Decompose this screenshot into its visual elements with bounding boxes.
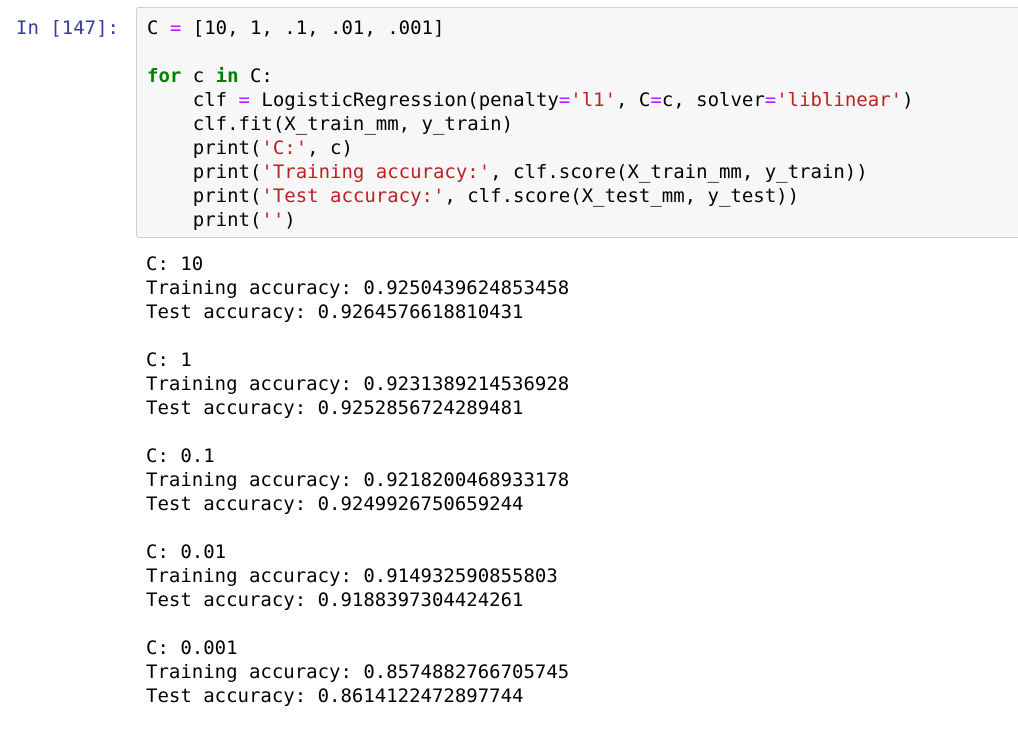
- output-training-accuracy: Training accuracy: 0.8574882766705745: [146, 661, 570, 683]
- code-line: clf = LogisticRegression(penalty='l1', C…: [147, 88, 914, 112]
- code-token: ): [902, 89, 914, 111]
- output-test-accuracy: Test accuracy: 0.9249926750659244: [146, 493, 524, 515]
- output-test-accuracy: Test accuracy: 0.9264576618810431: [146, 301, 524, 323]
- code-line: print('Training accuracy:', clf.score(X_…: [147, 160, 914, 184]
- code-token: print(: [147, 161, 262, 183]
- code-token: , C: [616, 89, 651, 111]
- code-token: c: [181, 65, 216, 87]
- keyword-token: for: [147, 65, 182, 87]
- code-token: LogisticRegression(penalty: [249, 89, 559, 111]
- blank-code-line: [147, 40, 914, 64]
- code-editor[interactable]: C = [10, 1, .1, .01, .001] for c in C: cl…: [147, 16, 914, 232]
- string-token: 'Test accuracy:': [261, 185, 445, 207]
- code-token: C:: [238, 65, 273, 87]
- output-training-accuracy: Training accuracy: 0.9250439624853458: [146, 277, 570, 299]
- output-training-accuracy: Training accuracy: 0.914932590855803: [146, 565, 558, 587]
- output-blank-line: [146, 324, 569, 348]
- code-line: clf.fit(X_train_mm, y_train): [147, 112, 914, 136]
- operator-token: =: [764, 89, 777, 111]
- output-text: C: 10 Training accuracy: 0.92504396248534…: [146, 252, 569, 708]
- code-token: print(: [147, 209, 262, 231]
- output-blank-line: [146, 612, 569, 636]
- code-token: , c): [307, 137, 353, 159]
- output-c-value: C: 0.01: [146, 541, 227, 563]
- operator-token: =: [238, 89, 250, 111]
- code-line: C = [10, 1, .1, .01, .001]: [147, 16, 914, 40]
- code-line: print(''): [147, 208, 914, 232]
- input-prompt: In [147]:: [16, 17, 119, 39]
- code-line: for c in C:: [147, 64, 914, 88]
- output-c-value: C: 0.001: [146, 637, 238, 659]
- output-training-accuracy: Training accuracy: 0.9218200468933178: [146, 469, 570, 491]
- code-token: clf: [147, 89, 239, 111]
- code-token: , clf.score(X_train_mm, y_train)): [490, 161, 868, 183]
- operator-token: =: [650, 89, 662, 111]
- operator-token: =: [169, 17, 182, 39]
- code-token: ): [284, 209, 296, 231]
- code-token: print(: [147, 137, 262, 159]
- string-token: 'l1': [570, 89, 617, 111]
- output-c-value: C: 1: [146, 349, 192, 371]
- keyword-token: in: [215, 65, 239, 87]
- code-token: C: [147, 17, 170, 39]
- output-c-value: C: 0.1: [146, 445, 215, 467]
- code-line: print('Test accuracy:', clf.score(X_test…: [147, 184, 914, 208]
- output-blank-line: [146, 420, 569, 444]
- string-token: 'C:': [261, 137, 308, 159]
- output-c-value: C: 10: [146, 253, 204, 275]
- code-token: [10, 1, .1, .01, .001]: [181, 17, 445, 39]
- output-test-accuracy: Test accuracy: 0.8614122472897744: [146, 685, 524, 707]
- string-token: '': [261, 209, 285, 231]
- output-test-accuracy: Test accuracy: 0.9252856724289481: [146, 397, 524, 419]
- output-blank-line: [146, 516, 569, 540]
- code-cell-input[interactable]: C = [10, 1, .1, .01, .001] for c in C: cl…: [136, 7, 1018, 238]
- cell-output: C: 10 Training accuracy: 0.92504396248534…: [146, 252, 569, 708]
- operator-token: =: [558, 89, 571, 111]
- code-line: print('C:', c): [147, 136, 914, 160]
- code-token: c, solver: [661, 89, 765, 111]
- code-token: , clf.score(X_test_mm, y_test)): [444, 185, 800, 207]
- string-token: 'Training accuracy:': [261, 161, 491, 183]
- string-token: 'liblinear': [776, 89, 903, 111]
- output-training-accuracy: Training accuracy: 0.9231389214536928: [146, 373, 570, 395]
- code-token: print(: [147, 185, 262, 207]
- code-token: clf.fit(X_train_mm, y_train): [147, 113, 514, 135]
- output-test-accuracy: Test accuracy: 0.9188397304424261: [146, 589, 524, 611]
